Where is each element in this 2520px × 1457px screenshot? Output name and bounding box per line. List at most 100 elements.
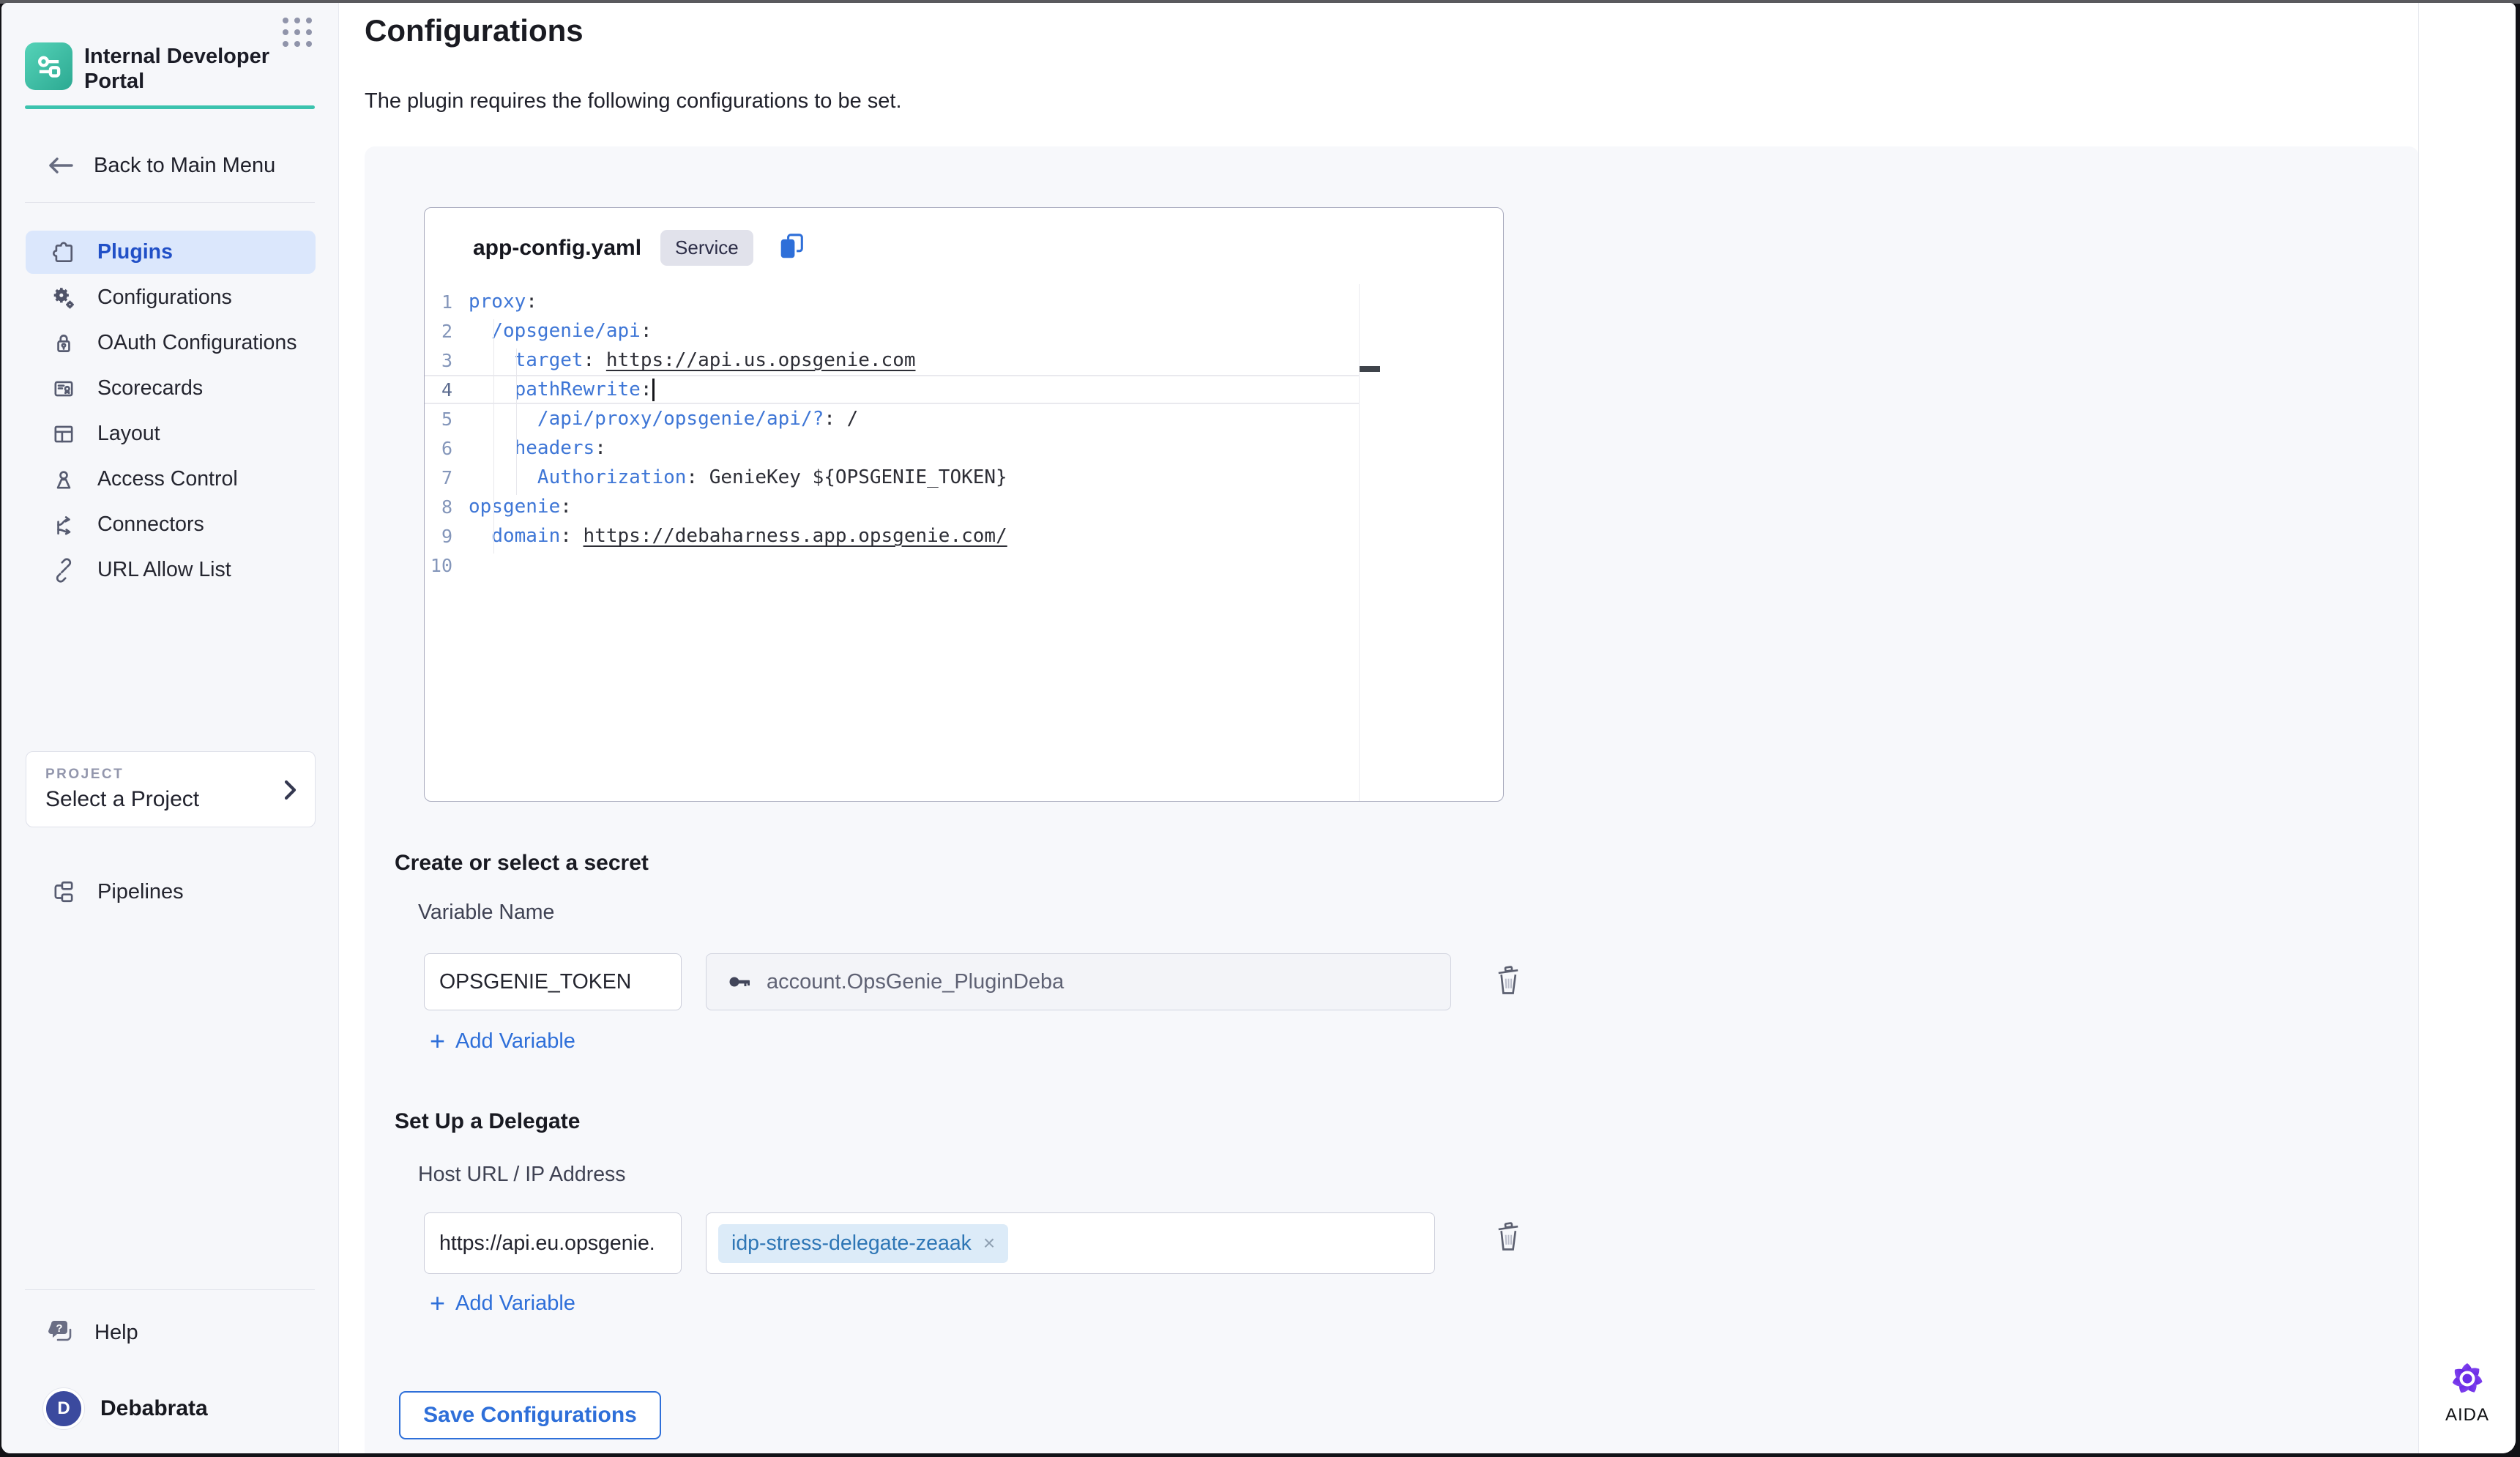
sidebar: Internal Developer Portal Back to Main M… (1, 3, 339, 1453)
code-text: /opsgenie/api: (469, 320, 652, 342)
delegate-tags-field[interactable]: idp-stress-delegate-zeaak × (706, 1212, 1435, 1274)
project-selector[interactable]: PROJECT Select a Project (26, 751, 316, 827)
back-label: Back to Main Menu (94, 154, 275, 178)
add-variable-button-delegate[interactable]: + Add Variable (430, 1290, 575, 1316)
sidebar-item-configurations[interactable]: Configurations (26, 276, 316, 319)
aida-flower-icon (2448, 1360, 2486, 1398)
arrow-left-icon (45, 154, 75, 176)
svg-text:?: ? (56, 1322, 62, 1335)
page-title: Configurations (365, 13, 584, 48)
project-value: Select a Project (45, 787, 199, 812)
line-number: 2 (425, 321, 469, 342)
chevron-right-icon (281, 778, 299, 802)
sidebar-item-label: Connectors (97, 513, 204, 537)
user-menu[interactable]: D Debabrata (26, 1385, 316, 1432)
help-label: Help (94, 1321, 138, 1345)
code-line[interactable]: 4 pathRewrite: (425, 375, 1359, 404)
sidebar-item-plugins[interactable]: Plugins (26, 231, 316, 274)
avatar: D (43, 1388, 84, 1429)
sidebar-item-pipelines[interactable]: Pipelines (26, 871, 316, 912)
sidebar-item-url-allow-list[interactable]: URL Allow List (26, 548, 316, 592)
code-text: proxy: (469, 291, 537, 313)
editor-scrollbar-track[interactable] (1359, 284, 1360, 801)
brand: Internal Developer Portal (25, 42, 318, 94)
editor-scrollbar-thumb[interactable] (1360, 366, 1380, 372)
code-line[interactable]: 2 /opsgenie/api: (425, 316, 1359, 346)
code-line[interactable]: 7 Authorization: GenieKey ${OPSGENIE_TOK… (425, 463, 1359, 492)
sidebar-item-access-control[interactable]: Access Control (26, 458, 316, 501)
person-icon (51, 466, 77, 493)
host-url-label: Host URL / IP Address (418, 1163, 626, 1187)
gears-icon (51, 285, 77, 311)
line-number: 5 (425, 409, 469, 430)
layout-icon (51, 421, 77, 447)
page-description: The plugin requires the following config… (365, 89, 902, 113)
add-variable-button-secret[interactable]: + Add Variable (430, 1028, 575, 1054)
sidebar-item-scorecards[interactable]: Scorecards (26, 367, 316, 410)
sidebar-nav: Plugins Configurations OAuth Configuration… (26, 231, 316, 594)
pipelines-icon (51, 879, 77, 905)
code-text: headers: (469, 437, 606, 459)
lock-icon (51, 330, 77, 357)
line-number: 10 (425, 555, 469, 576)
delete-delegate-icon[interactable] (1492, 1220, 1524, 1255)
app-window: Internal Developer Portal Back to Main M… (1, 3, 2516, 1453)
code-text: target: https://api.us.opsgenie.com (469, 349, 916, 371)
line-number: 6 (425, 438, 469, 459)
delegate-tag-label: idp-stress-delegate-zeaak (731, 1231, 972, 1256)
right-rail: AIDA (2418, 3, 2516, 1453)
add-variable-label: Add Variable (455, 1029, 575, 1054)
code-editor-content[interactable]: 1proxy:2 /opsgenie/api:3 target: https:/… (425, 284, 1503, 801)
code-line[interactable]: 6 headers: (425, 433, 1359, 463)
delegate-tag-chip[interactable]: idp-stress-delegate-zeaak × (718, 1224, 1008, 1263)
host-url-input[interactable] (424, 1212, 682, 1274)
app-grid-icon[interactable] (283, 18, 313, 48)
help-icon: ? (48, 1318, 77, 1348)
secret-reference-field[interactable]: account.OpsGenie_PluginDeba (706, 953, 1451, 1010)
sidebar-item-label: URL Allow List (97, 558, 231, 582)
secret-reference-value: account.OpsGenie_PluginDeba (767, 970, 1064, 994)
sidebar-item-connectors[interactable]: Connectors (26, 503, 316, 546)
save-configurations-button[interactable]: Save Configurations (399, 1391, 661, 1439)
sidebar-item-label: OAuth Configurations (97, 331, 297, 355)
sidebar-item-label: Configurations (97, 286, 232, 310)
remove-tag-icon[interactable]: × (983, 1233, 995, 1253)
sidebar-item-layout[interactable]: Layout (26, 412, 316, 455)
user-name: Debabrata (100, 1396, 208, 1421)
plus-icon: + (430, 1290, 445, 1316)
pipelines-label: Pipelines (97, 880, 184, 904)
editor-header: app-config.yaml Service (473, 230, 806, 266)
yaml-editor: app-config.yaml Service 1proxy:2 /opsgen… (424, 207, 1504, 802)
code-text: opsgenie: (469, 496, 572, 518)
code-line[interactable]: 8opsgenie: (425, 492, 1359, 521)
project-eyebrow: PROJECT (45, 767, 124, 783)
code-line[interactable]: 3 target: https://api.us.opsgenie.com (425, 346, 1359, 375)
code-line[interactable]: 10 (425, 551, 1359, 580)
text-cursor (652, 379, 655, 401)
variable-name-label: Variable Name (418, 901, 554, 925)
divider (25, 1289, 315, 1290)
sidebar-item-help[interactable]: ? Help (26, 1311, 316, 1354)
code-line[interactable]: 5 /api/proxy/opsgenie/api/?: / (425, 404, 1359, 433)
line-number: 3 (425, 350, 469, 371)
delete-variable-icon[interactable] (1492, 964, 1524, 999)
link-icon (51, 557, 77, 584)
line-number: 1 (425, 291, 469, 313)
code-line[interactable]: 1proxy: (425, 287, 1359, 316)
variable-name-input[interactable] (424, 953, 682, 1010)
code-text: /api/proxy/opsgenie/api/?: / (469, 408, 858, 430)
scorecard-icon (51, 376, 77, 402)
aida-assistant-button[interactable]: AIDA (2419, 1360, 2516, 1426)
code-line[interactable]: 9 domain: https://debaharness.app.opsgen… (425, 521, 1359, 551)
line-number: 8 (425, 496, 469, 518)
copy-icon[interactable] (777, 232, 806, 264)
line-number: 9 (425, 526, 469, 547)
editor-filename: app-config.yaml (473, 236, 641, 261)
line-number: 4 (425, 379, 469, 400)
code-text: Authorization: GenieKey ${OPSGENIE_TOKEN… (469, 466, 1007, 488)
back-to-main-menu[interactable]: Back to Main Menu (25, 145, 315, 186)
sidebar-item-label: Layout (97, 422, 160, 446)
delegate-section-heading: Set Up a Delegate (395, 1109, 580, 1134)
sidebar-item-oauth-configurations[interactable]: OAuth Configurations (26, 321, 316, 365)
line-number: 7 (425, 467, 469, 488)
